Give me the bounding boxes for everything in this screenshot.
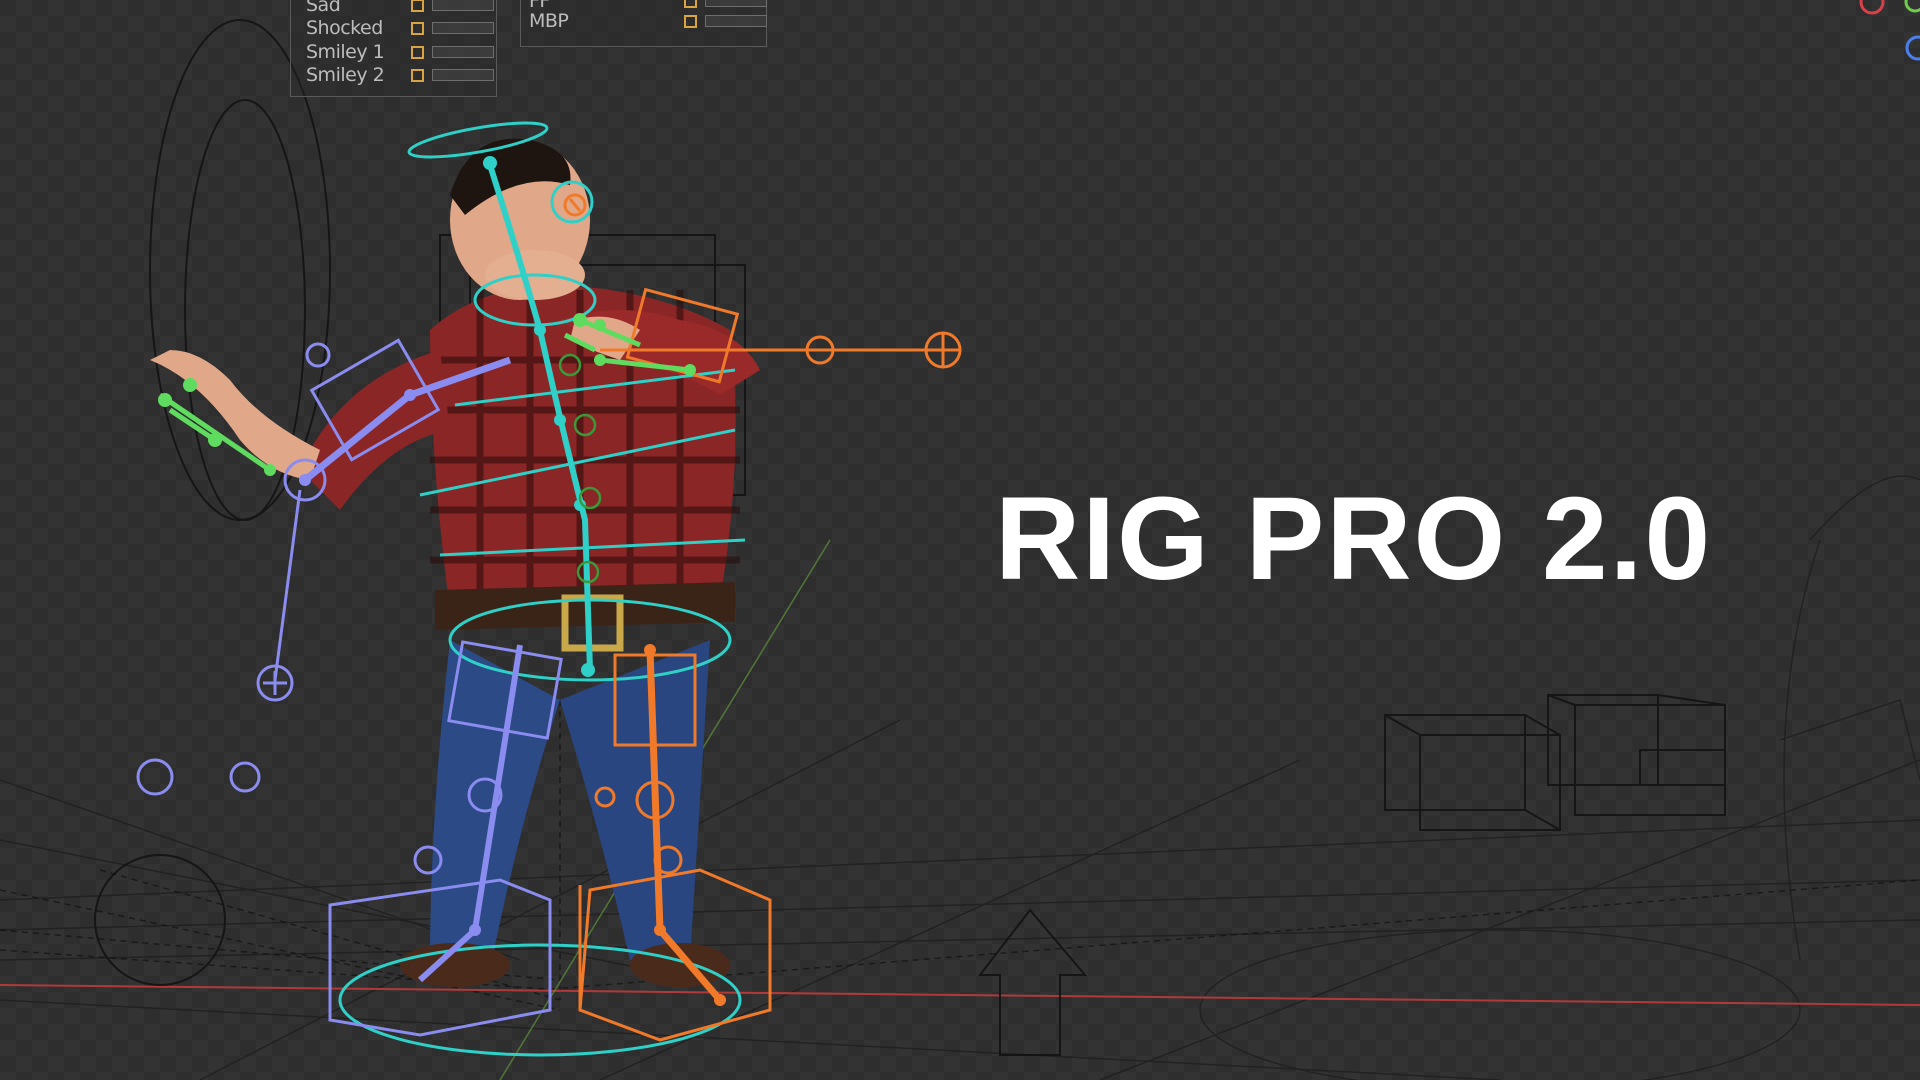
shape-key-slider[interactable] (432, 22, 494, 34)
shape-key-row[interactable]: Smiley 1 (306, 41, 494, 63)
shape-key-checkbox[interactable] (411, 21, 424, 35)
3d-viewport[interactable]: Sad Shocked Smiley 1 Smiley 2 FF MBP RIG… (0, 0, 1920, 1080)
left-ellipses (94, 19, 331, 986)
gizmo-blue-dot-icon (1905, 35, 1920, 61)
shape-key-label: Smiley 1 (306, 41, 385, 63)
rig-helper-lines (0, 700, 1920, 1011)
gizmo-green-dot-icon (1904, 0, 1920, 13)
shape-key-checkbox[interactable] (684, 0, 697, 8)
shape-keys-panel-left: Sad Shocked Smiley 1 Smiley 2 (290, 0, 497, 97)
shape-key-checkbox[interactable] (411, 68, 424, 82)
shape-key-slider[interactable] (705, 0, 767, 7)
shape-key-label: Sad (306, 0, 341, 16)
shape-key-checkbox[interactable] (411, 0, 424, 12)
shape-key-slider[interactable] (705, 15, 767, 27)
shape-key-checkbox[interactable] (684, 14, 697, 28)
promo-title: RIG PRO 2.0 (995, 473, 1713, 605)
shape-key-row[interactable]: Sad (306, 0, 494, 16)
shape-key-row[interactable]: MBP (529, 10, 767, 32)
shape-key-row[interactable]: Smiley 2 (306, 64, 494, 86)
x-axis-line (0, 984, 1920, 1006)
shape-key-label: Shocked (306, 17, 383, 39)
shape-key-slider[interactable] (432, 0, 494, 11)
shape-keys-panel-mid: FF MBP (520, 0, 767, 47)
shape-key-label: Smiley 2 (306, 64, 385, 86)
shape-key-slider[interactable] (432, 46, 494, 58)
shape-key-checkbox[interactable] (411, 45, 424, 59)
shape-key-slider[interactable] (432, 69, 494, 81)
gizmo-red-dot-icon (1859, 0, 1885, 15)
shape-key-label: MBP (529, 10, 569, 32)
shape-key-row[interactable]: Shocked (306, 17, 494, 39)
